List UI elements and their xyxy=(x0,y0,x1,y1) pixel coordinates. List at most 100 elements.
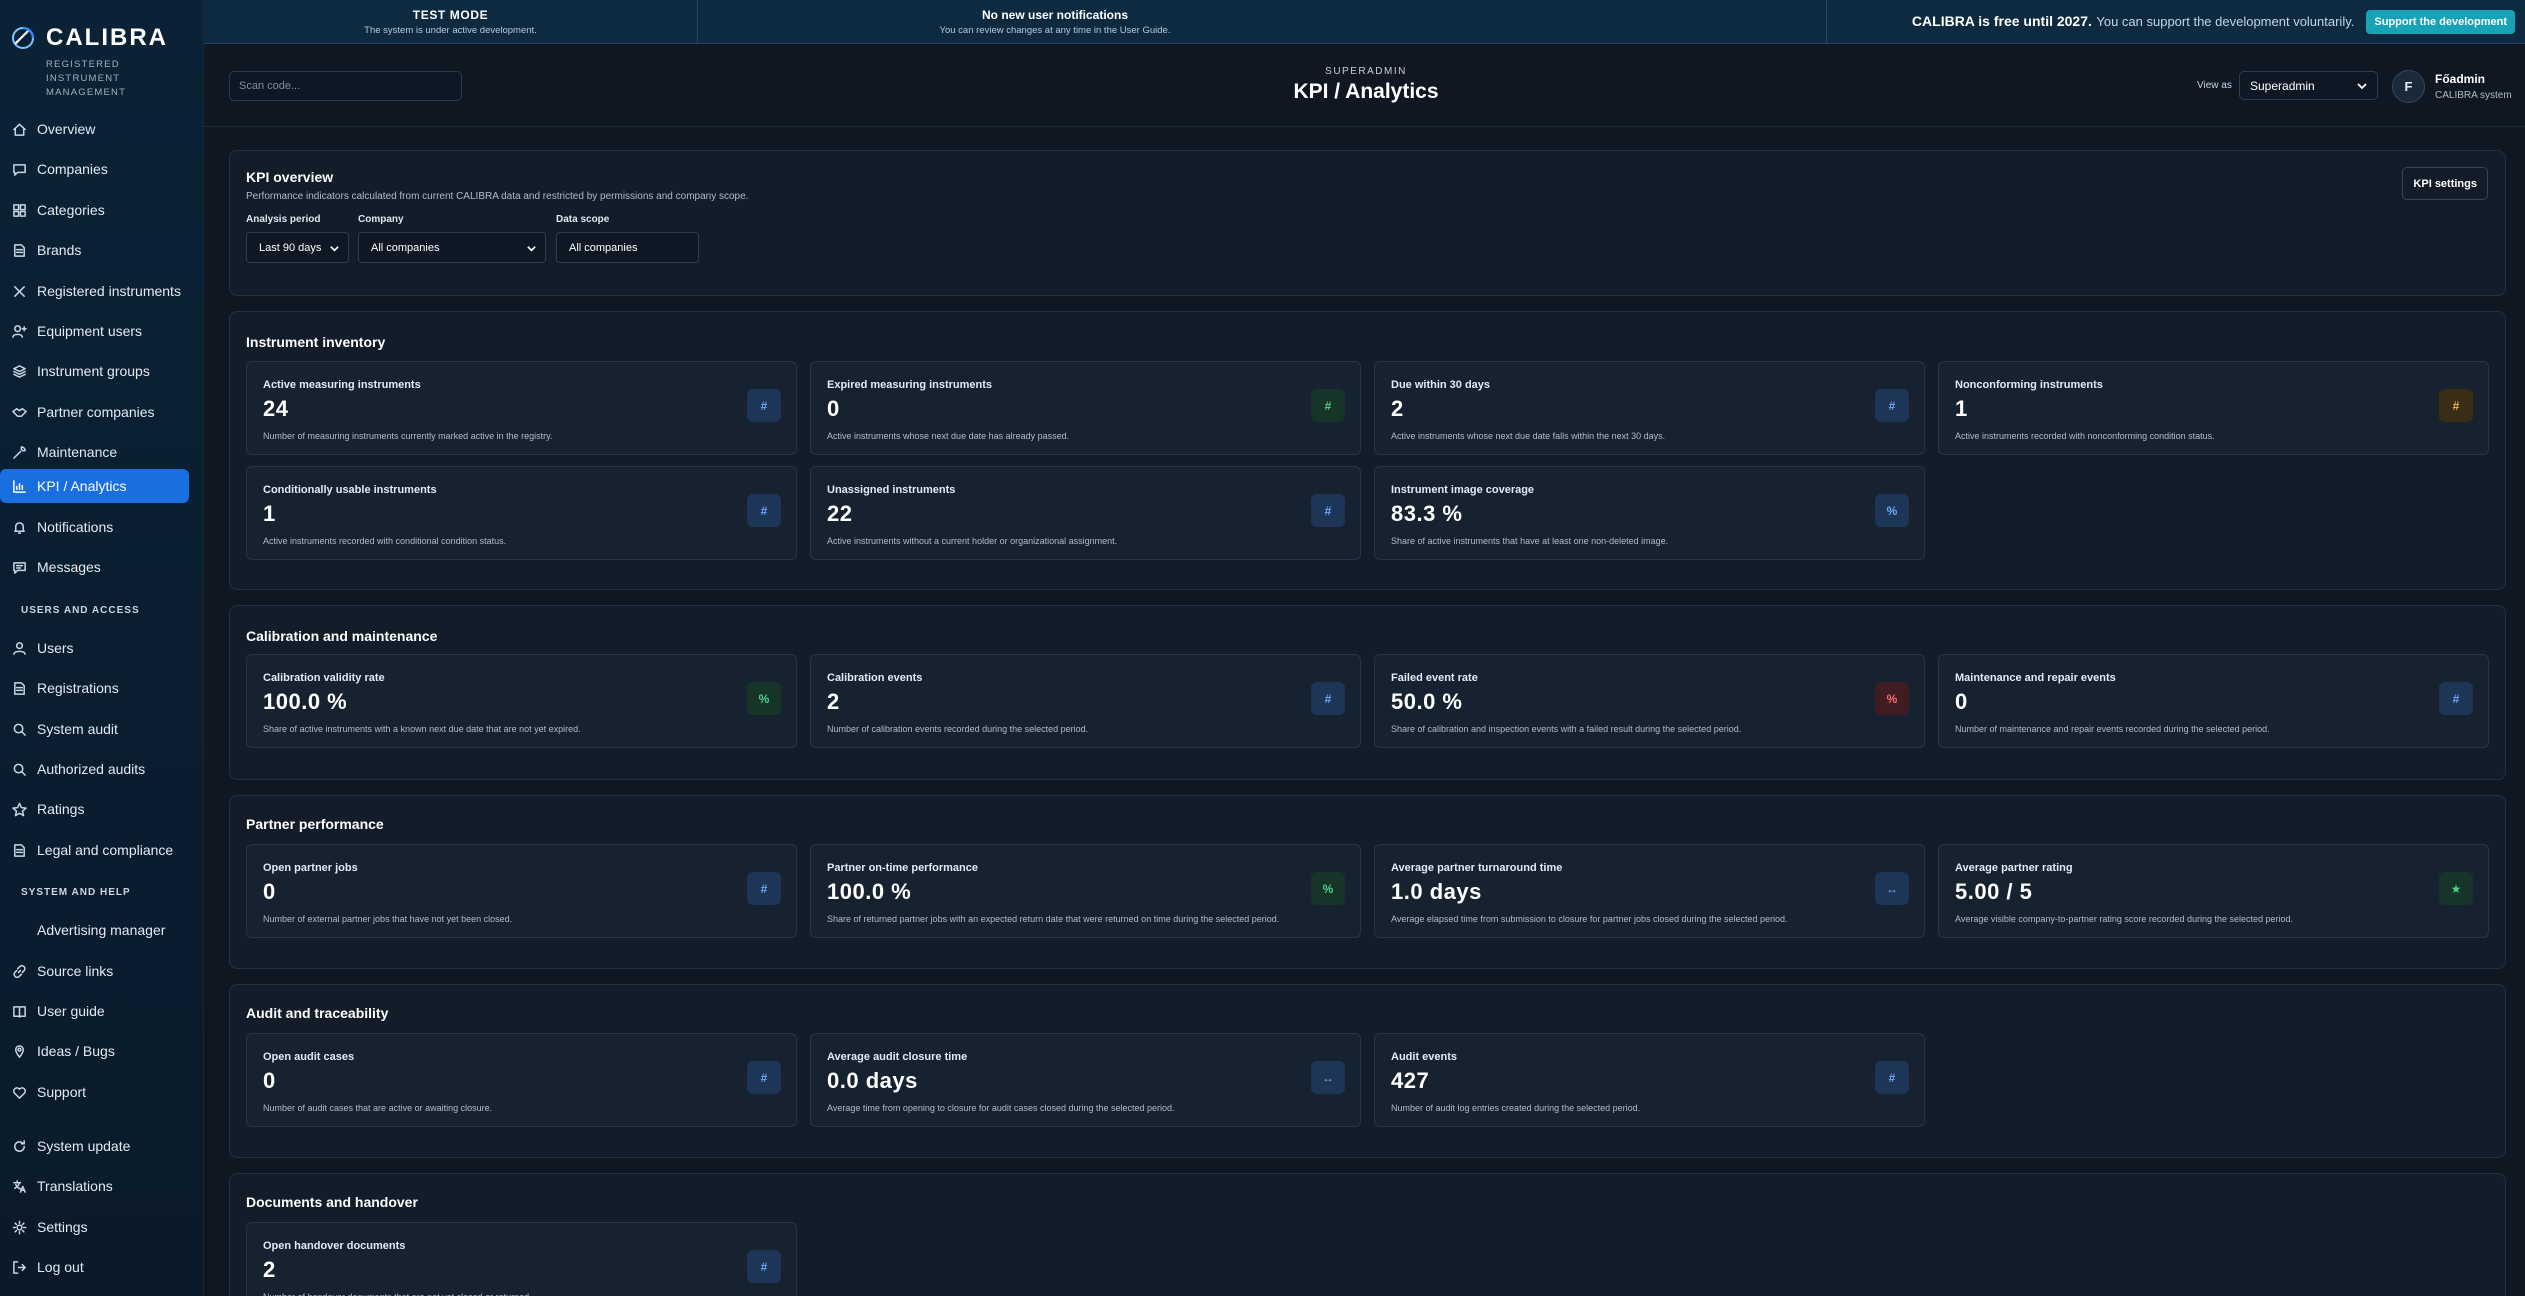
sidebar-item-log-out[interactable]: Log out xyxy=(0,1250,189,1284)
kpi-card-maintenance-and-repair-events[interactable]: Maintenance and repair events 0 Number of … xyxy=(1938,654,2489,748)
kpi-settings-button[interactable]: KPI settings xyxy=(2402,167,2488,200)
kpi-card-unassigned-instruments[interactable]: Unassigned instruments 22 Active instrumen… xyxy=(810,466,1361,560)
section-title: Calibration and maintenance xyxy=(246,628,438,644)
sidebar-item-legal-and-compliance[interactable]: Legal and compliance xyxy=(0,833,189,867)
sidebar-item-categories[interactable]: Categories xyxy=(0,193,189,227)
sidebar-item-notifications[interactable]: Notifications xyxy=(0,510,189,544)
sidebar-item-ideas-bugs[interactable]: Ideas / Bugs xyxy=(0,1034,189,1068)
section-users-and-access: USERS AND ACCESS xyxy=(21,605,140,616)
section-title: Audit and traceability xyxy=(246,1005,389,1021)
sidebar-item-support[interactable]: Support xyxy=(0,1075,189,1109)
kpi-card-title: Average partner turnaround time xyxy=(1391,862,1563,874)
view-as-select[interactable]: Superadmin xyxy=(2239,71,2378,100)
sidebar-item-overview[interactable]: Overview xyxy=(0,112,189,146)
sidebar-item-authorized-audits[interactable]: Authorized audits xyxy=(0,752,189,786)
kpi-badge-icon: % xyxy=(1875,494,1909,527)
kpi-card-instrument-image-coverage[interactable]: Instrument image coverage 83.3 % Share of … xyxy=(1374,466,1925,560)
kpi-card-description: Number of maintenance and repair events … xyxy=(1955,724,2270,734)
kpi-card-expired-measuring-instruments[interactable]: Expired measuring instruments 0 Active ins… xyxy=(810,361,1361,455)
notification-notice: No new user notifications You can review… xyxy=(698,0,1412,44)
documents-and-handover-panel: Documents and handover Open handover doc… xyxy=(229,1173,2506,1296)
kpi-card-calibration-validity-rate[interactable]: Calibration validity rate 100.0 % Share of… xyxy=(246,654,797,748)
sidebar-item-translations[interactable]: Translations xyxy=(0,1169,189,1203)
sidebar-item-label: Notifications xyxy=(37,519,114,535)
kpi-card-failed-event-rate[interactable]: Failed event rate 50.0 % Share of calibrat… xyxy=(1374,654,1925,748)
support-development-button[interactable]: Support the development xyxy=(2366,10,2515,34)
sidebar-item-label: Categories xyxy=(37,202,105,218)
brand[interactable]: CALIBRA xyxy=(10,24,168,52)
sidebar-item-partner-companies[interactable]: Partner companies xyxy=(0,395,189,429)
kpi-card-due-within-30-days[interactable]: Due within 30 days 2 Active instruments wh… xyxy=(1374,361,1925,455)
sidebar-item-users[interactable]: Users xyxy=(0,631,189,665)
kpi-card-description: Number of handover documents that are no… xyxy=(263,1292,532,1296)
sidebar-item-kpi-analytics[interactable]: KPI / Analytics xyxy=(0,469,189,503)
kpi-card-title: Failed event rate xyxy=(1391,672,1478,684)
kpi-card-value: 1.0 days xyxy=(1391,879,1482,904)
kpi-card-description: Number of audit log entries created duri… xyxy=(1391,1103,1641,1113)
kpi-card-nonconforming-instruments[interactable]: Nonconforming instruments 1 Active instrum… xyxy=(1938,361,2489,455)
sidebar-item-system-update[interactable]: System update xyxy=(0,1129,189,1163)
sidebar-item-maintenance[interactable]: Maintenance xyxy=(0,435,189,469)
sidebar-item-registered-instruments[interactable]: Registered instruments xyxy=(0,274,189,308)
kpi-card-audit-events[interactable]: Audit events 427 Number of audit log entri… xyxy=(1374,1033,1925,1127)
kpi-badge-icon: # xyxy=(1311,494,1345,527)
company-select[interactable]: All companies xyxy=(358,232,546,263)
avatar[interactable]: F xyxy=(2392,70,2425,103)
kpi-card-open-audit-cases[interactable]: Open audit cases 0 Number of audit cases t… xyxy=(246,1033,797,1127)
kpi-card-open-partner-jobs[interactable]: Open partner jobs 0 Number of external par… xyxy=(246,844,797,938)
kpi-card-calibration-events[interactable]: Calibration events 2 Number of calibration… xyxy=(810,654,1361,748)
kpi-card-average-partner-turnaround-time[interactable]: Average partner turnaround time 1.0 days A… xyxy=(1374,844,1925,938)
sidebar-item-label: Advertising manager xyxy=(37,922,166,938)
sidebar-item-registrations[interactable]: Registrations xyxy=(0,671,189,705)
kpi-badge-icon: # xyxy=(1311,682,1345,715)
sidebar-item-label: Registered instruments xyxy=(37,283,181,299)
kpi-card-open-handover-documents[interactable]: Open handover documents 2 Number of handov… xyxy=(246,1222,797,1296)
data-scope-field[interactable]: All companies xyxy=(556,232,699,263)
kpi-card-average-audit-closure-time[interactable]: Average audit closure time 0.0 days Averag… xyxy=(810,1033,1361,1127)
sidebar-item-label: Translations xyxy=(37,1178,113,1194)
analysis-period-value: Last 90 days xyxy=(259,241,322,254)
scan-code-input[interactable] xyxy=(229,71,462,101)
test-mode-title: TEST MODE xyxy=(412,8,489,22)
sidebar-item-user-guide[interactable]: User guide xyxy=(0,994,189,1028)
calibra-logo-icon xyxy=(12,26,35,49)
kpi-card-description: Active instruments without a current hol… xyxy=(827,536,1118,546)
kpi-card-description: Share of returned partner jobs with an e… xyxy=(827,914,1280,924)
sidebar-item-settings[interactable]: Settings xyxy=(0,1210,189,1244)
sidebar-item-label: System audit xyxy=(37,721,118,737)
sidebar-item-ratings[interactable]: Ratings xyxy=(0,792,189,826)
kpi-card-description: Active instruments recorded with conditi… xyxy=(263,536,507,546)
sidebar-item-equipment-users[interactable]: Equipment users xyxy=(0,314,189,348)
kpi-card-title: Audit events xyxy=(1391,1051,1458,1063)
sidebar-item-label: KPI / Analytics xyxy=(37,478,127,494)
star-icon xyxy=(11,801,27,817)
sidebar-item-messages[interactable]: Messages xyxy=(0,550,189,584)
kpi-card-partner-on-time-performance[interactable]: Partner on-time performance 100.0 % Share … xyxy=(810,844,1361,938)
sidebar-item-instrument-groups[interactable]: Instrument groups xyxy=(0,354,189,388)
kpi-badge-icon: ↔ xyxy=(1875,872,1909,905)
sidebar-item-companies[interactable]: Companies xyxy=(0,152,189,186)
sidebar-item-label: Ratings xyxy=(37,801,85,817)
kpi-card-average-partner-rating[interactable]: Average partner rating 5.00 / 5 Average vi… xyxy=(1938,844,2489,938)
brand-name: CALIBRA xyxy=(46,24,168,51)
message-icon xyxy=(11,559,27,575)
sidebar-item-brands[interactable]: Brands xyxy=(0,233,189,267)
kpi-card-value: 24 xyxy=(263,396,289,421)
kpi-card-active-measuring-instruments[interactable]: Active measuring instruments 24 Number of … xyxy=(246,361,797,455)
kpi-badge-icon: ↔ xyxy=(1311,1061,1345,1094)
calibration-and-maintenance-panel: Calibration and maintenance Calibration … xyxy=(229,605,2506,780)
chevron-down-icon xyxy=(2357,83,2367,90)
free-notice-bold: CALIBRA is free until 2027. xyxy=(1911,13,2092,29)
analysis-period-select[interactable]: Last 90 days xyxy=(246,232,349,263)
user-icon xyxy=(11,640,27,656)
sidebar-item-system-audit[interactable]: System audit xyxy=(0,712,189,746)
kpi-card-conditionally-usable-instruments[interactable]: Conditionally usable instruments 1 Active … xyxy=(246,466,797,560)
section-title: Instrument inventory xyxy=(246,334,386,350)
refresh-icon xyxy=(11,1138,27,1154)
kpi-badge-icon: # xyxy=(1875,389,1909,422)
sidebar-item-source-links[interactable]: Source links xyxy=(0,954,189,988)
chart-icon xyxy=(11,478,27,494)
sidebar-item-advertising-manager[interactable]: Advertising manager xyxy=(0,913,189,947)
chevron-down-icon xyxy=(330,246,339,252)
kpi-badge-icon: # xyxy=(747,1250,781,1283)
